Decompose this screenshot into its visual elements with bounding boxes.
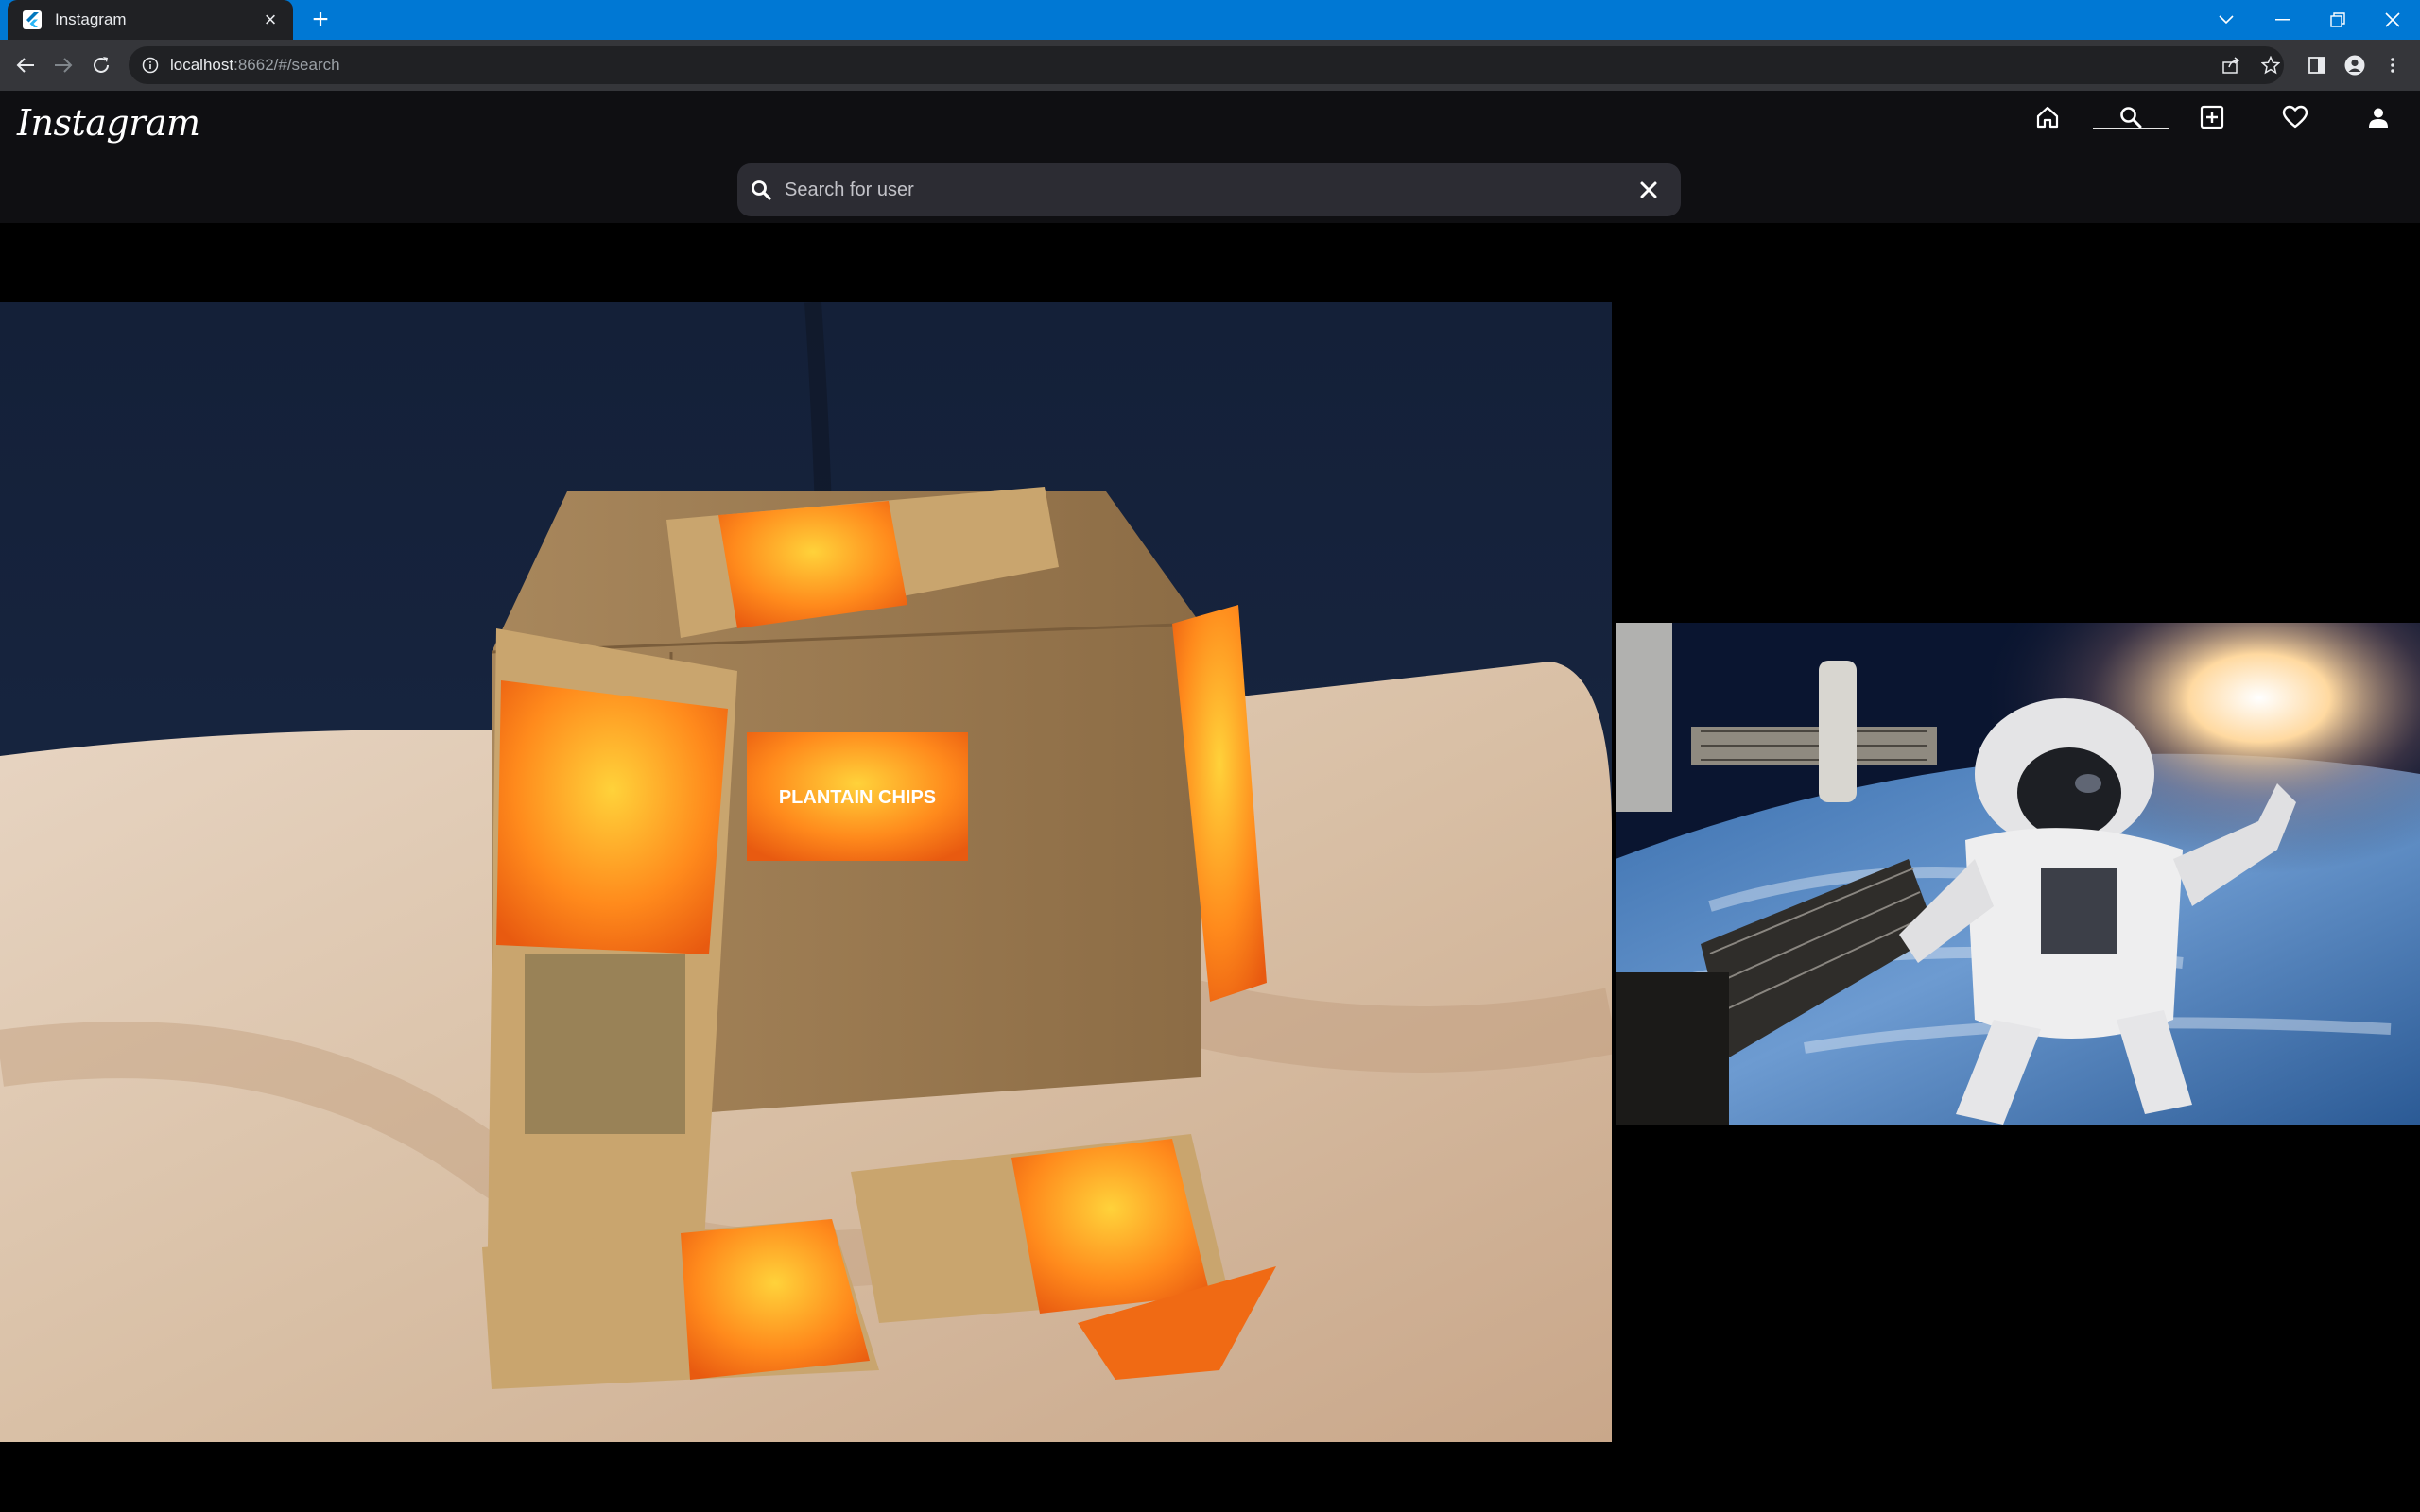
- back-arrow-icon[interactable]: [9, 49, 42, 81]
- search-icon[interactable]: [2108, 98, 2153, 136]
- box-label-text: PLANTAIN CHIPS: [779, 787, 936, 808]
- site-info-icon[interactable]: [142, 57, 159, 74]
- tab-close-icon[interactable]: ×: [259, 9, 282, 31]
- browser-toolbar: localhost:8662/#/search: [0, 40, 2420, 91]
- home-icon[interactable]: [2025, 98, 2070, 136]
- new-tab-icon[interactable]: +: [304, 4, 337, 36]
- forward-arrow-icon[interactable]: [47, 49, 79, 81]
- clear-search-icon[interactable]: [1634, 175, 1664, 205]
- search-input[interactable]: [785, 179, 1634, 201]
- heart-icon[interactable]: [2273, 98, 2318, 136]
- profile-icon[interactable]: [2356, 98, 2401, 136]
- side-panel-icon[interactable]: [2301, 49, 2333, 81]
- browser-menu-icon[interactable]: [2377, 49, 2409, 81]
- minimize-icon[interactable]: [2256, 0, 2310, 40]
- add-post-icon[interactable]: [2189, 98, 2235, 136]
- restore-icon[interactable]: [2310, 0, 2365, 40]
- instagram-logo[interactable]: Instagram: [17, 94, 200, 151]
- bookmark-star-icon[interactable]: [2255, 49, 2287, 81]
- active-nav-indicator: [2093, 128, 2169, 129]
- search-field-icon: [751, 180, 771, 200]
- browser-tabstrip: Instagram × +: [0, 0, 2420, 40]
- tab-search-chevron-icon[interactable]: [2199, 0, 2254, 40]
- search-results-grid: PLANTAIN CHIPS: [0, 223, 2420, 1512]
- address-bar[interactable]: localhost:8662/#/search: [129, 46, 2284, 84]
- profile-avatar-icon[interactable]: [2339, 49, 2371, 81]
- share-icon[interactable]: [2216, 49, 2248, 81]
- search-bar[interactable]: [737, 163, 1681, 216]
- flutter-favicon-icon: [23, 10, 42, 29]
- post-thumbnail-astronaut[interactable]: [1616, 623, 2420, 1125]
- post-thumbnail-plantain-chips[interactable]: PLANTAIN CHIPS: [0, 302, 1612, 1442]
- browser-tab[interactable]: Instagram ×: [8, 0, 293, 40]
- url-host: localhost: [170, 56, 234, 74]
- reload-icon[interactable]: [85, 49, 117, 81]
- tab-title: Instagram: [55, 10, 127, 28]
- close-window-icon[interactable]: [2365, 0, 2420, 40]
- url-path: :8662/#/search: [233, 56, 340, 74]
